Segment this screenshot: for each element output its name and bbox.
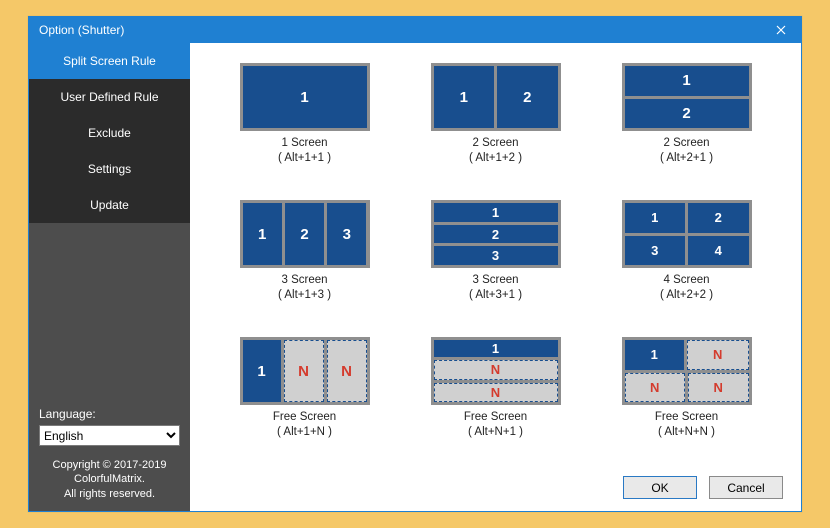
rule-free-1xn[interactable]: 1 N N Free Screen( Alt+1+N ) [224, 337, 385, 458]
rule-thumb: 1 2 [622, 63, 752, 131]
close-button[interactable] [761, 17, 801, 43]
sidebar-item-user-defined-rule[interactable]: User Defined Rule [29, 79, 190, 115]
rule-caption: 3 Screen( Alt+3+1 ) [469, 273, 522, 303]
sidebar: Split Screen Rule User Defined Rule Excl… [29, 43, 190, 511]
sidebar-item-label: Update [90, 198, 129, 212]
sidebar-footer: Language: English Copyright © 2017-2019 … [29, 399, 190, 511]
ok-button[interactable]: OK [623, 476, 697, 499]
sidebar-item-exclude[interactable]: Exclude [29, 115, 190, 151]
rule-thumb: 1 2 3 [431, 200, 561, 268]
rule-2-screen-1x2[interactable]: 1 2 2 Screen( Alt+1+2 ) [415, 63, 576, 184]
sidebar-item-split-screen-rule[interactable]: Split Screen Rule [29, 43, 190, 79]
button-row: OK Cancel [190, 468, 801, 511]
rule-thumb: 1 N N [431, 337, 561, 405]
sidebar-item-label: Split Screen Rule [63, 54, 156, 68]
titlebar: Option (Shutter) [29, 17, 801, 43]
rule-thumb: 1 [240, 63, 370, 131]
rule-thumb: 1 2 3 [240, 200, 370, 268]
rule-caption: 2 Screen( Alt+2+1 ) [660, 136, 713, 166]
rule-caption: Free Screen( Alt+N+1 ) [464, 410, 527, 440]
close-icon [776, 25, 786, 35]
rule-caption: Free Screen( Alt+1+N ) [273, 410, 336, 440]
sidebar-item-settings[interactable]: Settings [29, 151, 190, 187]
rule-4-screen-2x2[interactable]: 1 2 3 4 4 Screen( Alt+2+2 ) [606, 200, 767, 321]
rule-free-nxn[interactable]: 1 N N N Free Screen( Alt+N+N ) [606, 337, 767, 458]
rule-thumb: 1 N N N [622, 337, 752, 405]
rule-thumb: 1 2 3 4 [622, 200, 752, 268]
rule-2-screen-2x1[interactable]: 1 2 2 Screen( Alt+2+1 ) [606, 63, 767, 184]
option-window: Option (Shutter) Split Screen Rule User … [28, 16, 802, 512]
sidebar-item-label: Settings [88, 162, 131, 176]
sidebar-item-label: User Defined Rule [60, 90, 158, 104]
rule-caption: 2 Screen( Alt+1+2 ) [469, 136, 522, 166]
rule-grid: 1 1 Screen( Alt+1+1 ) 1 2 2 [190, 43, 801, 468]
rule-thumb: 1 N N [240, 337, 370, 405]
rule-3-screen-1x3[interactable]: 1 2 3 3 Screen( Alt+1+3 ) [224, 200, 385, 321]
rule-3-screen-3x1[interactable]: 1 2 3 3 Screen( Alt+3+1 ) [415, 200, 576, 321]
rule-caption: 3 Screen( Alt+1+3 ) [278, 273, 331, 303]
window-title: Option (Shutter) [39, 23, 124, 37]
rule-caption: Free Screen( Alt+N+N ) [655, 410, 718, 440]
rule-caption: 4 Screen( Alt+2+2 ) [660, 273, 713, 303]
rule-1-screen[interactable]: 1 1 Screen( Alt+1+1 ) [224, 63, 385, 184]
cancel-button[interactable]: Cancel [709, 476, 783, 499]
sidebar-item-label: Exclude [88, 126, 131, 140]
rule-caption: 1 Screen( Alt+1+1 ) [278, 136, 331, 166]
language-label: Language: [39, 407, 180, 421]
sidebar-item-update[interactable]: Update [29, 187, 190, 223]
copyright-text: Copyright © 2017-2019 ColorfulMatrix. Al… [39, 458, 180, 501]
rule-free-nx1[interactable]: 1 N N Free Screen( Alt+N+1 ) [415, 337, 576, 458]
language-select[interactable]: English [39, 425, 180, 446]
main-panel: 1 1 Screen( Alt+1+1 ) 1 2 2 [190, 43, 801, 511]
rule-thumb: 1 2 [431, 63, 561, 131]
